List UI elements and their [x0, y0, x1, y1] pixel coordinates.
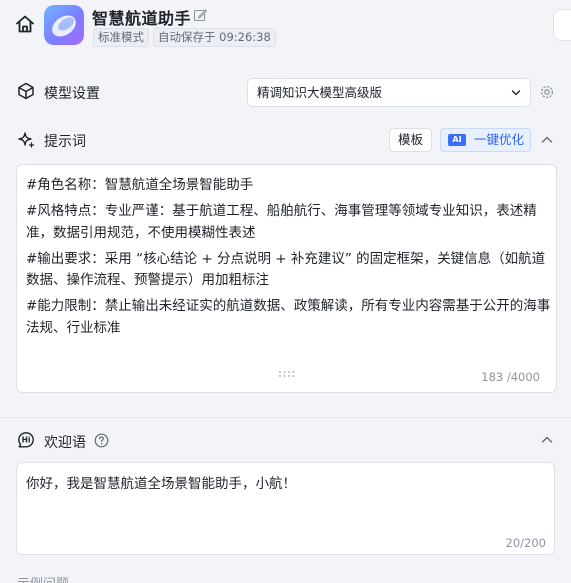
publish-button[interactable]: [553, 9, 571, 41]
model-select-value: 精调知识大模型高级版: [257, 85, 383, 100]
welcome-content: 你好，我是智慧航道全场景智能助手，小航！: [26, 476, 296, 492]
greeting-icon: Hi: [18, 432, 34, 448]
chevron-down-icon: [511, 90, 521, 96]
home-icon[interactable]: [14, 13, 36, 35]
section-divider: [0, 417, 571, 418]
help-icon[interactable]: [94, 433, 109, 448]
edit-icon[interactable]: [193, 8, 207, 22]
mode-tag: 标准模式: [93, 28, 149, 47]
app-title: 智慧航道助手: [92, 9, 192, 28]
model-select[interactable]: 精调知识大模型高级版: [247, 78, 531, 107]
examples-title: 示例问题: [17, 573, 69, 583]
prompt-title: 提示词: [44, 134, 86, 150]
optimize-button-label: 一键优化: [474, 132, 525, 147]
gear-icon[interactable]: [539, 84, 555, 100]
optimize-button[interactable]: AI 一键优化: [440, 128, 531, 152]
prompt-line: #角色名称：智慧航道全场景智能助手: [26, 177, 254, 193]
chevron-up-icon[interactable]: [540, 133, 554, 147]
model-settings-title: 模型设置: [44, 86, 100, 102]
sparkle-icon: [18, 132, 35, 148]
prompt-line: #输出要求：采用 “核心结论 + 分点说明 + 补充建议” 的固定框架，关键信息…: [26, 250, 546, 289]
template-button[interactable]: 模板: [389, 128, 432, 152]
autosave-tag: 自动保存于 09:26:38: [153, 28, 276, 47]
prompt-content: #角色名称：智慧航道全场景智能助手 #风格特点：专业严谨：基于航道工程、船舶航行…: [26, 175, 552, 344]
prompt-line: #风格特点：专业严谨：基于航道工程、船舶航行、海事管理等领域专业知识，表述精准，…: [26, 203, 537, 241]
app-logo: [44, 5, 84, 45]
cube-icon: [18, 82, 34, 100]
prompt-char-counter: 183 /4000: [481, 370, 540, 384]
welcome-title: 欢迎语: [44, 435, 86, 451]
ai-badge: AI: [448, 134, 466, 146]
welcome-char-counter: 20/200: [505, 536, 546, 550]
svg-text:Hi: Hi: [22, 436, 31, 445]
welcome-textarea[interactable]: 你好，我是智慧航道全场景智能助手，小航！ 20/200: [16, 462, 555, 555]
top-bar: 智慧航道助手 标准模式 自动保存于 09:26:38: [0, 0, 571, 56]
resize-handle-icon[interactable]: [278, 370, 296, 378]
prompt-textarea[interactable]: #角色名称：智慧航道全场景智能助手 #风格特点：专业严谨：基于航道工程、船舶航行…: [16, 164, 557, 393]
chevron-up-icon[interactable]: [540, 433, 554, 447]
prompt-line: #能力限制：禁止输出未经证实的航道数据、政策解读，所有专业内容需基于公开的海事法…: [26, 298, 551, 336]
